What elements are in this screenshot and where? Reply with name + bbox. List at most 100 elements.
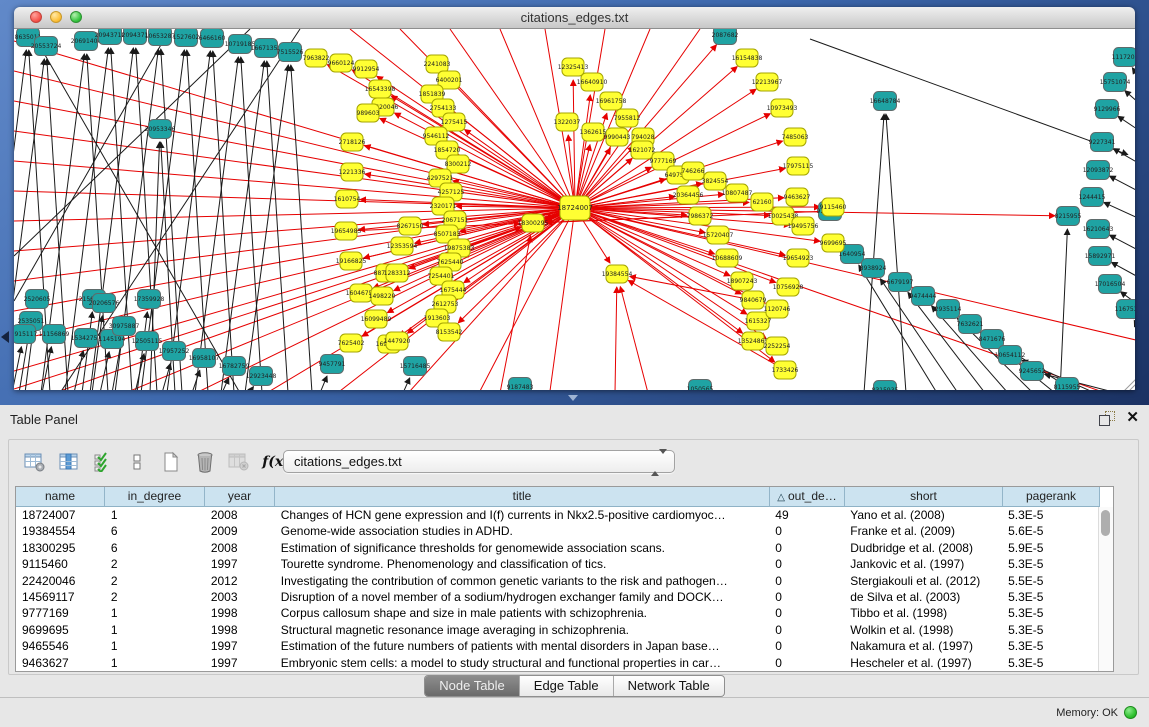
network-node[interactable]: 16648784 (870, 92, 901, 111)
network-edge[interactable] (377, 76, 575, 208)
network-edge[interactable] (810, 39, 1128, 155)
network-node[interactable]: 2718126 (339, 133, 366, 151)
network-edge[interactable] (615, 287, 617, 390)
network-node[interactable]: 1610754 (334, 190, 361, 208)
table-row[interactable]: 1456911722003Disruption of a novel membe… (16, 589, 1099, 605)
network-node[interactable]: 62160 (751, 193, 773, 211)
table-cell[interactable]: 19384554 (16, 523, 105, 539)
network-node[interactable]: 1527602 (173, 29, 200, 47)
network-node[interactable]: 7515526 (277, 43, 304, 62)
table-row[interactable]: 1830029562008Estimation of significance … (16, 540, 1099, 556)
network-node[interactable]: 19654985 (331, 222, 362, 240)
network-edge[interactable] (14, 71, 575, 208)
network-node[interactable]: 16210643 (1083, 220, 1114, 239)
table-cell[interactable]: Changes of HCN gene expression and I(f) … (275, 507, 770, 523)
network-edge[interactable] (267, 61, 288, 390)
table-cell[interactable]: 9699695 (16, 622, 105, 638)
network-node[interactable]: 18300295 (518, 214, 549, 232)
table-cell[interactable]: 0 (769, 556, 844, 572)
table-cell[interactable]: 1998 (205, 622, 275, 638)
table-cell[interactable]: 6 (105, 523, 205, 539)
network-node[interactable]: 10756928 (773, 278, 804, 296)
network-node[interactable]: 20953346 (145, 120, 176, 139)
network-node[interactable]: 10653287 (145, 29, 176, 46)
table-row[interactable]: 946554611997Estimation of the future num… (16, 638, 1099, 654)
network-node[interactable]: 1221336 (339, 163, 366, 181)
table-cell[interactable]: 9777169 (16, 605, 105, 621)
delete-table-icon[interactable] (227, 450, 251, 474)
network-edge[interactable] (1118, 116, 1135, 131)
table-row[interactable]: 977716911998Corpus callosum shape and si… (16, 605, 1099, 621)
network-edge[interactable] (620, 287, 648, 390)
table-cell[interactable]: Corpus callosum shape and size in male p… (275, 605, 770, 621)
network-node[interactable]: 16543398 (365, 80, 396, 98)
network-canvas[interactable]: 8635011205537242069140620943718209437110… (14, 29, 1135, 390)
table-cell[interactable]: 1997 (205, 556, 275, 572)
table-cell[interactable]: 1 (105, 638, 205, 654)
table-cell[interactable]: Nakamura et al. (1997) (844, 638, 1002, 654)
network-node[interactable]: 2252254 (764, 337, 791, 355)
table-cell[interactable]: Estimation of the future numbers of pati… (275, 638, 770, 654)
table-cell[interactable]: 22420046 (16, 573, 105, 589)
table-cell[interactable]: de Silva et al. (2003) (844, 589, 1002, 605)
table-cell[interactable]: 5.3E-5 (1002, 622, 1099, 638)
network-node[interactable]: 9699695 (820, 234, 847, 252)
network-node[interactable]: 15720407 (703, 226, 734, 244)
network-node[interactable]: 2935114 (935, 300, 962, 319)
network-edge[interactable] (1132, 68, 1135, 79)
network-node[interactable]: 10688609 (712, 249, 743, 267)
network-edge[interactable] (213, 51, 234, 390)
network-svg[interactable]: 8635011205537242069140620943718209437110… (14, 29, 1135, 390)
network-node[interactable]: 17359928 (134, 290, 165, 309)
table-cell[interactable]: 1998 (205, 605, 275, 621)
table-cell[interactable]: 2008 (205, 540, 275, 556)
network-node[interactable]: 16099489 (361, 310, 392, 328)
network-edge[interactable] (135, 354, 144, 390)
network-node[interactable]: 12923448 (246, 367, 277, 386)
network-node[interactable]: 9115460 (820, 198, 847, 216)
network-node[interactable]: 9660124 (328, 54, 355, 72)
table-cell[interactable]: 5.3E-5 (1002, 605, 1099, 621)
table-cell[interactable]: 5.6E-5 (1002, 523, 1099, 539)
network-node[interactable]: 10654112 (995, 346, 1026, 365)
table-cell[interactable]: 2009 (205, 523, 275, 539)
table-cell[interactable]: Disruption of a novel member of a sodium… (275, 589, 770, 605)
column-header-short[interactable]: short (845, 487, 1003, 507)
table-cell[interactable]: 9465546 (16, 638, 105, 654)
table-cell[interactable]: Dudbridge et al. (2008) (844, 540, 1002, 556)
table-row[interactable]: 2242004622012Investigating the contribut… (16, 573, 1099, 589)
network-node[interactable]: 16958107 (189, 349, 220, 368)
table-row[interactable]: 1938455462009Genome-wide association stu… (16, 523, 1099, 539)
table-cell[interactable]: 2012 (205, 573, 275, 589)
network-edge[interactable] (1110, 235, 1135, 251)
column-header-title[interactable]: title (275, 487, 770, 507)
network-node[interactable]: 1498220 (369, 287, 396, 305)
tab-node-table[interactable]: Node Table (425, 676, 519, 696)
table-cell[interactable]: 0 (769, 655, 844, 671)
network-node[interactable]: 10973493 (767, 99, 798, 117)
table-cell[interactable]: 9463627 (16, 655, 105, 671)
network-edge[interactable] (1134, 320, 1135, 331)
network-node[interactable]: 15342757 (71, 329, 102, 348)
network-node[interactable]: 8115955 (1054, 378, 1081, 391)
table-cell[interactable]: 5.9E-5 (1002, 540, 1099, 556)
table-cell[interactable]: 2003 (205, 589, 275, 605)
table-cell[interactable]: 18724007 (16, 507, 105, 523)
table-cell[interactable]: 18300295 (16, 540, 105, 556)
network-node[interactable]: 2087682 (712, 29, 739, 45)
table-cell[interactable]: Hescheler et al. (1997) (844, 655, 1002, 671)
network-edge[interactable] (1125, 91, 1135, 104)
network-node[interactable]: 989603 (357, 104, 380, 122)
network-node[interactable]: 9457791 (319, 355, 346, 374)
table-cell[interactable]: 0 (769, 589, 844, 605)
column-header-name[interactable]: name (16, 487, 105, 507)
network-node[interactable]: 8153542 (436, 323, 463, 341)
network-edge[interactable] (1110, 176, 1135, 192)
network-node[interactable]: 1167531 (1115, 300, 1135, 319)
table-cell[interactable]: 5.3E-5 (1002, 507, 1099, 523)
table-cell[interactable]: Structural magnetic resonance image aver… (275, 622, 770, 638)
network-hub-node[interactable]: 18724007 (557, 196, 593, 220)
network-node[interactable]: 16640910 (577, 73, 608, 91)
network-edge[interactable] (187, 50, 208, 390)
table-row[interactable]: 969969511998Structural magnetic resonanc… (16, 622, 1099, 638)
